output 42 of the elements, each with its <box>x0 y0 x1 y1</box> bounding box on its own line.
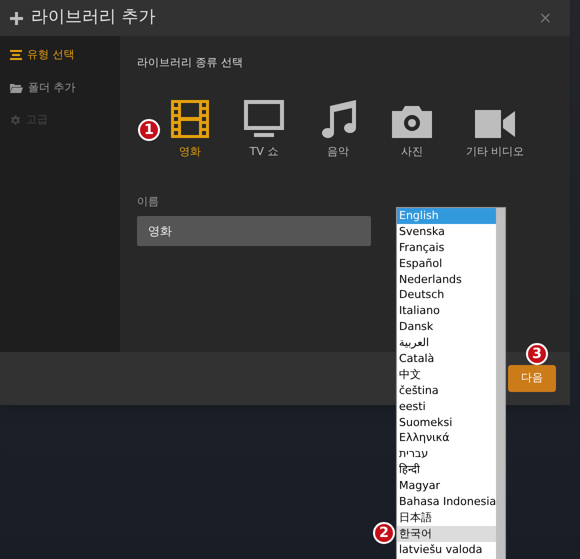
library-type-option[interactable]: 기타 비디오 <box>455 98 535 160</box>
language-option[interactable]: Français <box>397 240 496 256</box>
field-label: 이름 <box>137 194 160 210</box>
language-option[interactable]: Magyar <box>397 478 496 494</box>
language-option[interactable]: Català <box>397 351 496 367</box>
language-option[interactable]: हिन्दी <box>397 462 496 478</box>
language-option[interactable]: čeština <box>397 382 496 399</box>
gear-icon <box>10 114 21 126</box>
monitor-icon <box>244 100 284 138</box>
language-option[interactable]: Deutsch <box>397 287 496 304</box>
language-option[interactable]: Bahasa Indonesia <box>397 494 496 510</box>
video-camera-icon <box>475 110 515 138</box>
step-badge: 2 <box>373 522 395 544</box>
window-title: 라이브러리 추가 <box>31 6 156 30</box>
language-option[interactable]: Dansk <box>397 319 496 336</box>
list-icon <box>10 50 22 60</box>
language-option[interactable]: 中文 <box>397 366 496 383</box>
library-type-option[interactable]: 음악 <box>307 98 369 160</box>
language-option[interactable]: Nederlands <box>397 272 496 288</box>
plus-icon <box>10 12 23 24</box>
sidebar-item[interactable]: 폴더 추가 <box>10 80 120 96</box>
folder-icon <box>10 82 23 93</box>
library-type-option[interactable]: TV 쇼 <box>233 98 295 160</box>
language-option[interactable]: eesti <box>397 398 496 415</box>
language-option[interactable]: Svenska <box>397 224 496 240</box>
language-option[interactable]: 한국어 <box>397 526 496 542</box>
scrollbar[interactable] <box>496 208 505 559</box>
language-option[interactable]: Español <box>397 256 496 272</box>
name-input-field[interactable]: 영화 <box>137 216 371 246</box>
sidebar-item[interactable]: 유형 선택 <box>10 47 120 64</box>
language-option[interactable]: latviešu valoda <box>397 542 496 558</box>
camera-icon <box>392 106 432 138</box>
language-option[interactable]: العربية <box>397 335 496 352</box>
library-type-option[interactable]: 사진 <box>381 98 443 160</box>
language-option[interactable]: Italiano <box>397 303 496 320</box>
language-option[interactable]: Suomeksi <box>397 414 496 430</box>
film-icon <box>171 100 209 138</box>
language-option[interactable]: עברית <box>397 446 496 462</box>
section-title: 라이브러리 종류 선택 <box>137 55 244 71</box>
language-option[interactable]: Ελληνικά <box>397 430 496 446</box>
language-option[interactable]: 日本語 <box>397 510 496 526</box>
library-type-option[interactable]: 영화 <box>159 98 221 160</box>
